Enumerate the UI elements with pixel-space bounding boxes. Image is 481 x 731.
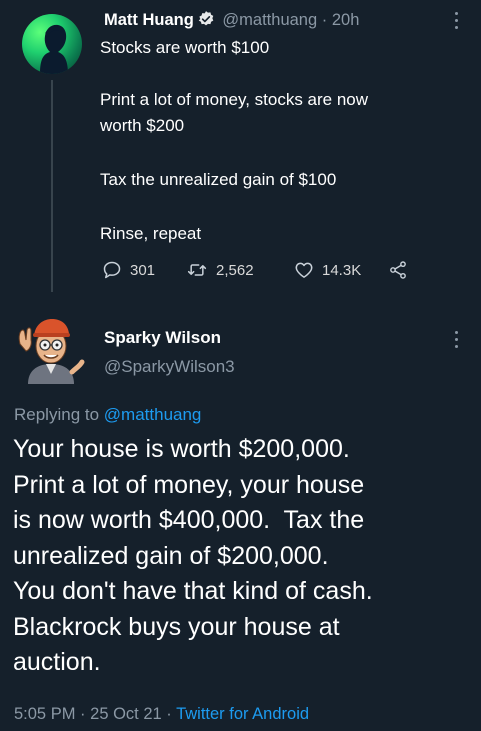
- replying-to-handle[interactable]: @matthuang: [104, 405, 202, 424]
- reply-body-line-2: Print a lot of money, your house: [13, 470, 365, 499]
- reply-body: Your house is worth $200,000. Print a lo…: [13, 432, 473, 681]
- retweet-icon: [187, 264, 207, 276]
- reply-date[interactable]: 25 Oct 21: [90, 705, 162, 723]
- like-button[interactable]: 14.3K: [294, 258, 361, 282]
- matt-huang-avatar[interactable]: [22, 14, 82, 74]
- meta-separator-2: ·: [166, 705, 172, 723]
- reply-icon: [103, 261, 121, 279]
- reply-time[interactable]: 5:05 PM: [14, 705, 75, 723]
- thread-connector-line: [51, 80, 53, 292]
- avatar-silhouette-icon: [40, 24, 68, 74]
- like-icon: [295, 262, 313, 278]
- replying-prefix: Replying to: [14, 405, 100, 424]
- replying-to-line: Replying to @matthuang: [14, 405, 201, 425]
- reply-count: 301: [130, 261, 156, 279]
- reply-body-line-4: unrealized gain of $200,000.: [13, 541, 329, 570]
- sparky-wilson-avatar[interactable]: [14, 310, 88, 384]
- separator-dot: ·: [321, 11, 328, 29]
- share-icon: [390, 261, 406, 279]
- more-icon[interactable]: [455, 12, 459, 30]
- reply-body-line-1: Your house is worth $200,000.: [13, 435, 350, 463]
- like-count: 14.3K: [322, 261, 362, 279]
- author-name[interactable]: Matt Huang: [104, 11, 194, 29]
- tweet-text-line-2: Print a lot of money, stocks are now: [100, 90, 369, 109]
- reply-more-icon[interactable]: [455, 331, 459, 349]
- reply-source[interactable]: Twitter for Android: [176, 705, 309, 723]
- share-button[interactable]: [388, 258, 416, 282]
- tweet-text-line-1: Stocks are worth $100: [100, 38, 270, 57]
- original-tweet: Matt Huang @matthuang · 20h Stocks are w…: [0, 0, 481, 300]
- reply-button[interactable]: 301: [102, 258, 155, 282]
- reply-meta: 5:05 PM · 25 Oct 21 · Twitter for Androi…: [14, 705, 309, 724]
- retweet-count: 2,562: [216, 261, 254, 279]
- tweet-text-line-4: Tax the unrealized gain of $100: [100, 170, 337, 189]
- cartoon-avatar-icon: [18, 319, 85, 384]
- tweet-header: Matt Huang @matthuang · 20h: [104, 10, 359, 33]
- reply-author-name[interactable]: Sparky Wilson: [104, 328, 221, 348]
- tweet-actions-bar: 301 2,562 14.3K: [102, 258, 442, 282]
- meta-separator-1: ·: [80, 705, 86, 723]
- reply-body-line-5: You don't have that kind of cash.: [13, 577, 373, 605]
- reply-author-handle[interactable]: @SparkyWilson3: [104, 357, 235, 377]
- reply-body-line-6: Blackrock buys your house at: [13, 612, 340, 641]
- tweet-time[interactable]: 20h: [332, 11, 360, 29]
- tweet-text-line-5: Rinse, repeat: [100, 224, 202, 243]
- retweet-button[interactable]: 2,562: [186, 258, 254, 282]
- reply-body-line-3: is now worth $400,000. Tax the: [13, 506, 365, 534]
- tweet-text-line-3: worth $200: [100, 116, 185, 135]
- author-handle[interactable]: @matthuang: [222, 11, 317, 29]
- verified-badge-icon: [197, 10, 215, 33]
- reply-body-line-7: auction.: [13, 648, 101, 676]
